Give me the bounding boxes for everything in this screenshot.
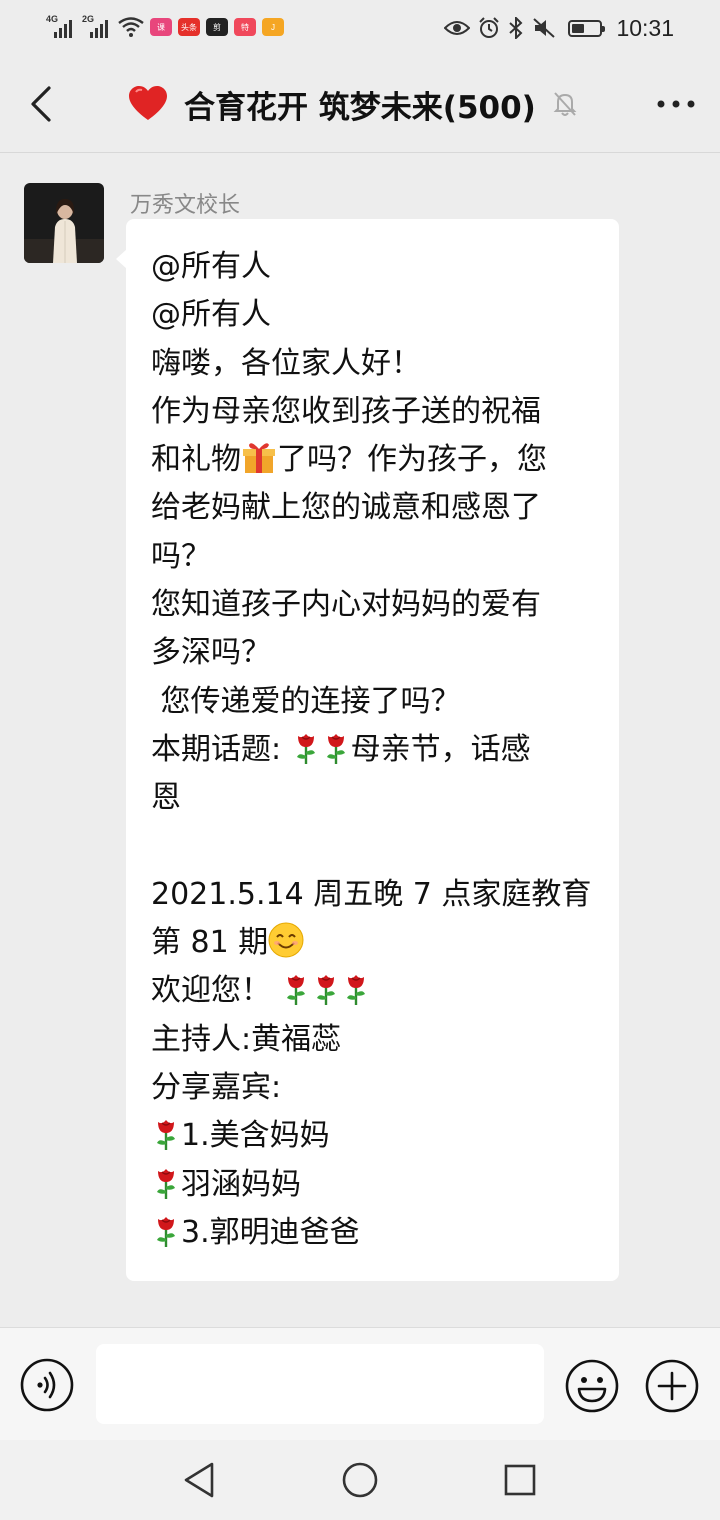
sender-name: 万秀文校长 [130,193,241,218]
message-line: 3.郭明迪爸爸 [151,1209,599,1257]
message-line: 分享嘉宾: [151,1070,282,1106]
eye-icon [444,21,471,35]
wifi-icon [118,17,144,37]
chat-area[interactable]: 万秀文校长 @所有人 @所有人嗨喽，各位家人好！ 作为母亲您收到孩子送的祝福和礼物了… [0,153,720,1327]
alarm-icon [479,17,500,38]
rose-icon [316,975,335,1006]
message-line: 第 81 期 [151,919,599,967]
chat-header: 合育花开 筑梦未来(500) [0,56,720,153]
message-line [151,823,599,871]
message-line: 主持人:黄福蕊 [151,1021,342,1057]
status-left: 4G 2G 课 头条 剪 特 J [46,12,284,42]
message-bubble[interactable]: @所有人 @所有人嗨喽，各位家人好！ 作为母亲您收到孩子送的祝福和礼物 了吗？作为孩子… [116,219,619,1281]
app-notification-icon: 特 [234,18,256,36]
emoji-button[interactable] [564,1358,620,1414]
message-line: 您知道孩子内心对妈妈的爱有 [151,587,541,623]
message-line: 1.美含妈妈 [151,1112,599,1160]
heart-icon [129,86,167,120]
app-notification-icon: 课 [150,18,172,36]
rose-icon [157,1120,175,1151]
system-nav-bar [0,1440,720,1520]
chat-title-group[interactable]: 合育花开 筑梦未来(500) [128,82,578,126]
message-line: 和礼物 了吗？作为孩子，您 [151,436,599,484]
avatar[interactable] [24,183,104,263]
message-line: @所有人 [151,297,271,333]
message-line: 欢迎您！ [151,967,599,1015]
battery-level [572,23,585,33]
bluetooth-icon [509,17,523,39]
rose-icon [296,733,315,764]
clock: 10:31 [616,14,674,41]
battery-icon [568,19,606,37]
app-notification-icon: 剪 [206,18,228,36]
rose-icon [157,1168,175,1199]
message-line: 给老妈献上您的诚意和感恩了 [151,490,541,526]
message-line: 羽涵妈妈 [151,1161,599,1209]
status-right: 10:31 [444,12,674,44]
app-notification-icon: 头条 [178,18,200,36]
signal-icon-2: 2G [82,14,112,40]
message-line: 多深吗？ [151,635,271,671]
voice-button[interactable] [20,1358,74,1412]
smile-emoji-icon [268,922,304,958]
plus-button[interactable] [644,1358,700,1414]
plus-circle-icon [645,1359,699,1413]
chat-title: 合育花开 筑梦未来(500) [184,89,536,126]
app-notification-icon: J [262,18,284,36]
message-line: 嗨喽，各位家人好！ [151,345,421,381]
more-button[interactable] [652,80,700,128]
rose-icon [157,1216,175,1247]
message-line: 本期话题: 母亲节，话感 [151,731,531,767]
signal-icon: 4G [46,14,76,40]
message-line: @所有人 [151,249,271,284]
nav-home-icon[interactable] [338,1458,382,1502]
message-line: 您传递爱的连接了吗？ [151,683,461,719]
message-input[interactable] [96,1344,544,1424]
message-line: 作为母亲您收到孩子送的祝福 [151,393,541,429]
gift-icon [243,443,275,474]
nav-back-icon[interactable] [178,1458,222,1502]
more-dots-icon [657,100,695,108]
bell-off-icon [553,92,577,116]
avatar-photo [24,183,104,263]
nav-recent-icon[interactable] [498,1458,542,1502]
message-line: 2021.5.14 周五晚 7 点家庭教育 [151,876,592,912]
message-line: 恩 [151,780,181,816]
message-line: 吗？ [151,538,211,574]
rose-icon [326,733,345,764]
emoji-icon [565,1359,619,1413]
status-bar: 4G 2G 课 头条 剪 特 J 10:31 [0,0,720,56]
rose-icon [346,975,365,1006]
chevron-left-icon [31,86,51,122]
mute-icon [533,18,556,38]
back-button[interactable] [18,78,64,130]
rose-icon [286,975,305,1006]
voice-icon [20,1358,74,1412]
input-bar [0,1327,720,1441]
